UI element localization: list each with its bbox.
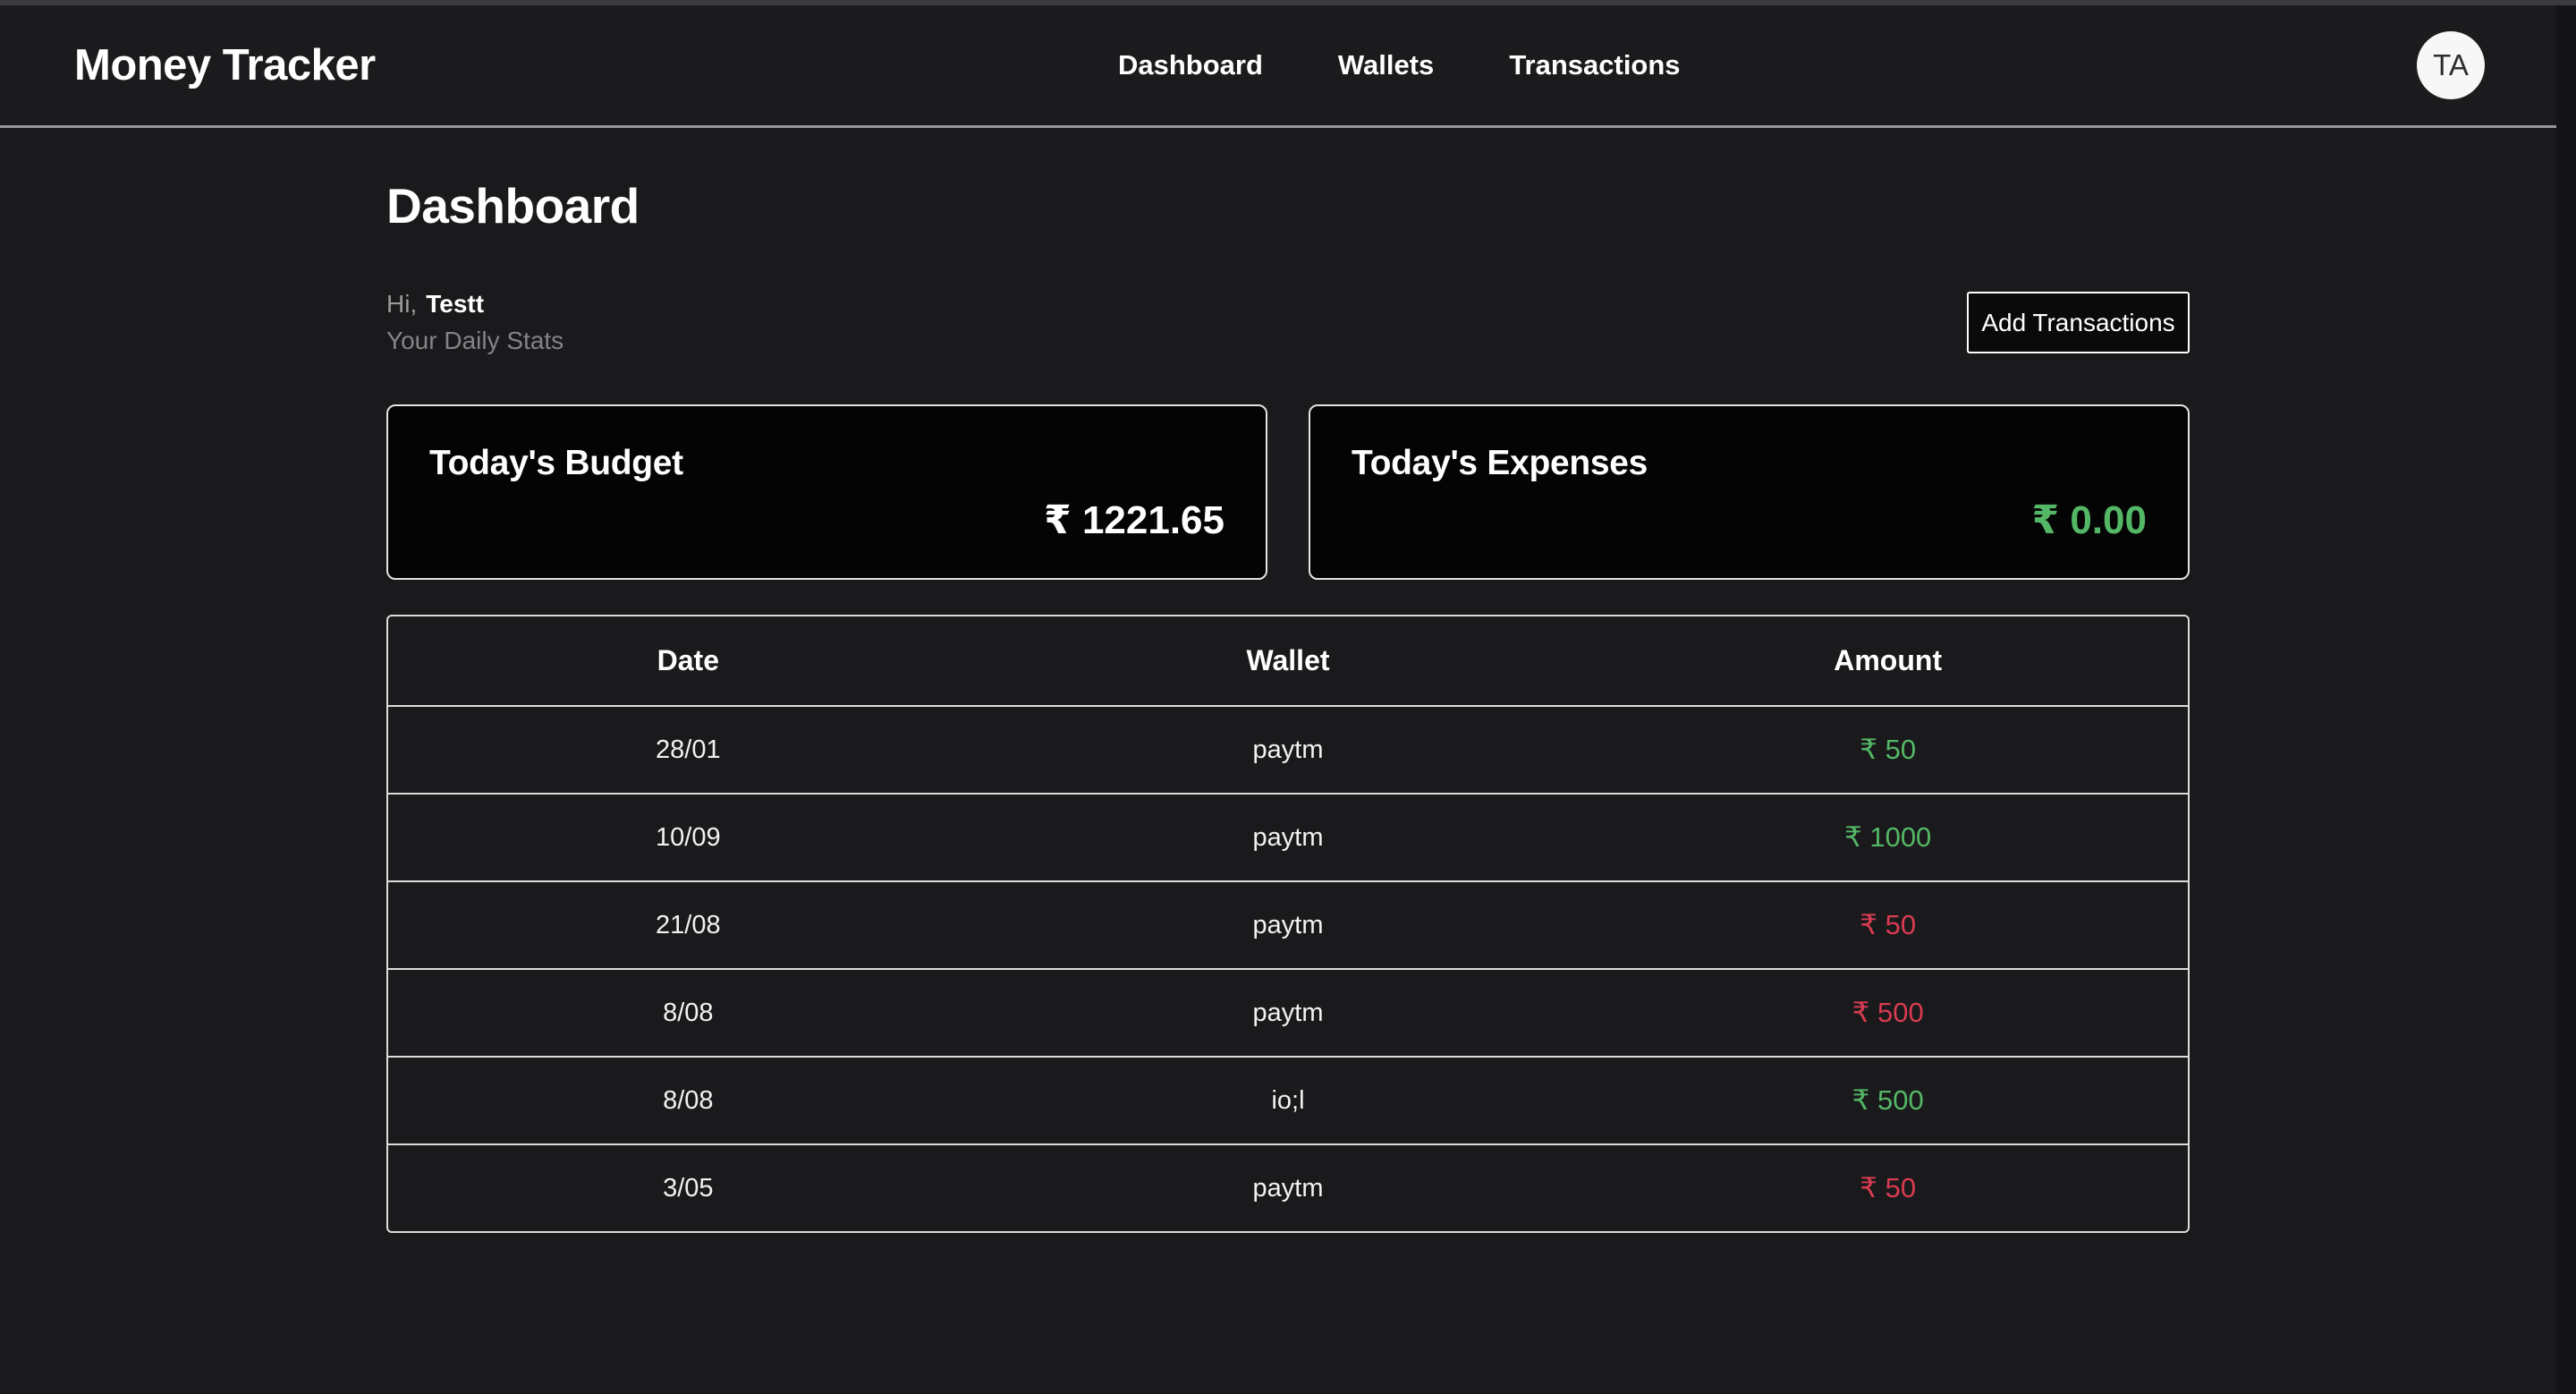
transaction-date: 10/09 bbox=[388, 823, 988, 853]
transaction-date: 21/08 bbox=[388, 911, 988, 940]
add-transactions-button[interactable]: Add Transactions bbox=[1967, 292, 2190, 353]
scrollbar-track[interactable] bbox=[2556, 5, 2576, 1394]
budget-card-title: Today's Budget bbox=[429, 444, 1224, 483]
main-nav: Dashboard Wallets Transactions bbox=[1118, 5, 1681, 125]
expenses-card-title: Today's Expenses bbox=[1352, 444, 2147, 483]
transaction-date: 8/08 bbox=[388, 999, 988, 1028]
budget-card-value: ₹ 1221.65 bbox=[429, 497, 1224, 543]
app-logo[interactable]: Money Tracker bbox=[74, 40, 376, 90]
transaction-date: 28/01 bbox=[388, 735, 988, 765]
transactions-table: Date Wallet Amount 28/01 paytm ₹ 50 10/0… bbox=[386, 615, 2190, 1233]
transactions-table-header: Date Wallet Amount bbox=[388, 616, 2188, 705]
transaction-date: 3/05 bbox=[388, 1174, 988, 1203]
table-row: 8/08 io;l ₹ 500 bbox=[388, 1056, 2188, 1143]
transaction-wallet: paytm bbox=[988, 999, 1589, 1028]
expenses-card: Today's Expenses ₹ 0.00 bbox=[1309, 404, 2190, 580]
transaction-wallet: paytm bbox=[988, 1174, 1589, 1203]
transaction-amount: ₹ 1000 bbox=[1588, 821, 2188, 854]
user-name: Testt bbox=[426, 290, 484, 318]
transaction-date: 8/08 bbox=[388, 1086, 988, 1116]
transaction-wallet: paytm bbox=[988, 911, 1589, 940]
main-content: Dashboard Hi, Testt Your Daily Stats Add … bbox=[0, 131, 2576, 1233]
nav-item-transactions[interactable]: Transactions bbox=[1509, 49, 1680, 81]
greeting-prefix: Hi, bbox=[386, 290, 417, 318]
page-title: Dashboard bbox=[386, 177, 2190, 234]
transaction-wallet: paytm bbox=[988, 735, 1589, 765]
greeting-row: Hi, Testt Your Daily Stats Add Transactio… bbox=[386, 290, 2190, 355]
budget-card: Today's Budget ₹ 1221.65 bbox=[386, 404, 1267, 580]
column-header-date: Date bbox=[388, 644, 988, 677]
greeting-line: Hi, Testt bbox=[386, 290, 564, 319]
transaction-wallet: paytm bbox=[988, 823, 1589, 853]
table-row: 3/05 paytm ₹ 50 bbox=[388, 1143, 2188, 1231]
greeting-block: Hi, Testt Your Daily Stats bbox=[386, 290, 564, 355]
transaction-amount: ₹ 50 bbox=[1588, 734, 2188, 766]
expenses-card-value: ₹ 0.00 bbox=[1352, 497, 2147, 543]
transaction-amount: ₹ 500 bbox=[1588, 1084, 2188, 1117]
transaction-amount: ₹ 500 bbox=[1588, 997, 2188, 1029]
table-row: 28/01 paytm ₹ 50 bbox=[388, 705, 2188, 793]
user-avatar[interactable]: TA bbox=[2417, 31, 2485, 99]
transactions-body: 28/01 paytm ₹ 50 10/09 paytm ₹ 1000 21/0… bbox=[388, 705, 2188, 1231]
nav-item-wallets[interactable]: Wallets bbox=[1338, 49, 1434, 81]
app-header: Money Tracker Dashboard Wallets Transact… bbox=[0, 5, 2576, 128]
transaction-amount: ₹ 50 bbox=[1588, 909, 2188, 941]
column-header-wallet: Wallet bbox=[988, 644, 1589, 677]
transaction-wallet: io;l bbox=[988, 1086, 1589, 1116]
daily-stats-label: Your Daily Stats bbox=[386, 327, 564, 355]
nav-item-dashboard[interactable]: Dashboard bbox=[1118, 49, 1263, 81]
transaction-amount: ₹ 50 bbox=[1588, 1172, 2188, 1204]
table-row: 8/08 paytm ₹ 500 bbox=[388, 968, 2188, 1056]
stat-cards: Today's Budget ₹ 1221.65 Today's Expense… bbox=[386, 404, 2190, 580]
column-header-amount: Amount bbox=[1588, 644, 2188, 677]
table-row: 10/09 paytm ₹ 1000 bbox=[388, 793, 2188, 880]
table-row: 21/08 paytm ₹ 50 bbox=[388, 880, 2188, 968]
